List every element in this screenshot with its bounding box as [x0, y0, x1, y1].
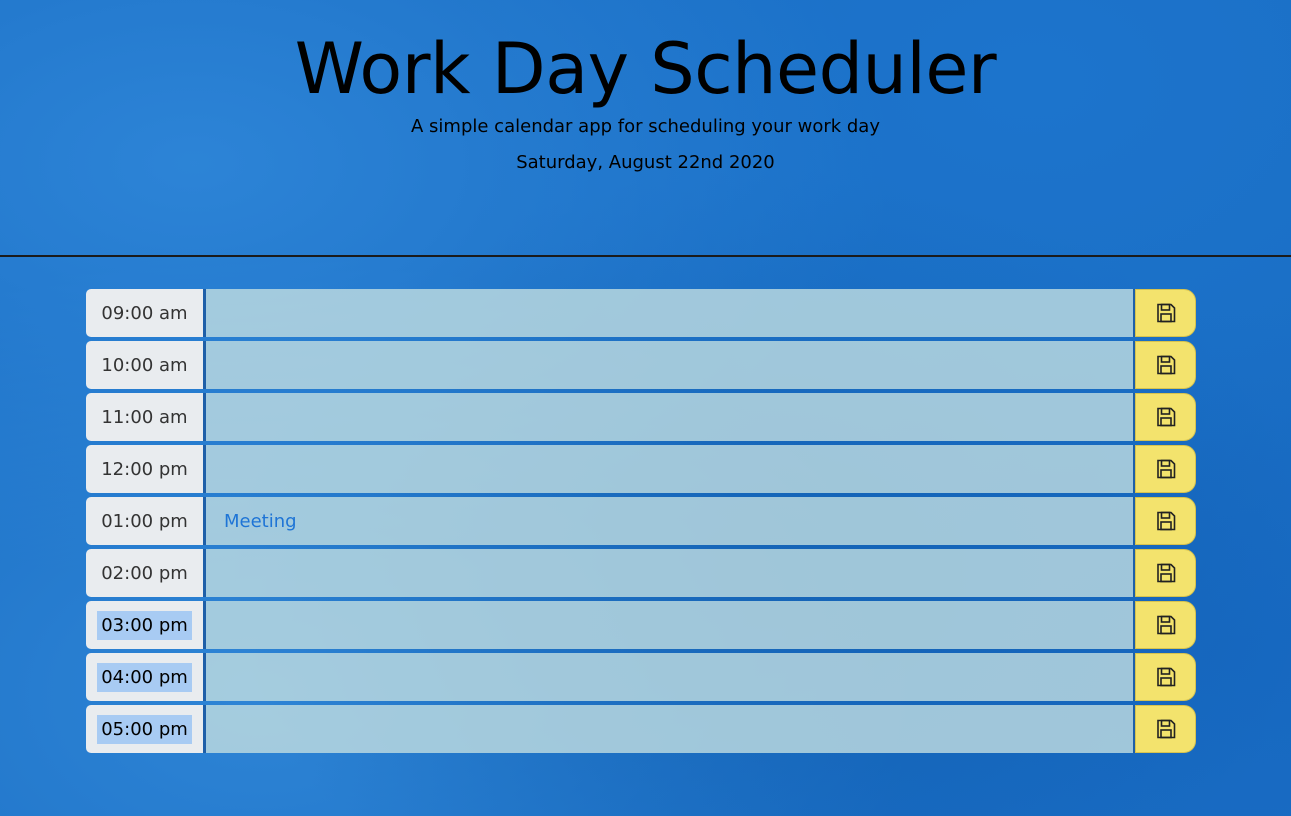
hour-label: 02:00 pm: [86, 549, 206, 597]
hour-label: 10:00 am: [86, 341, 206, 389]
floppy-disk-icon: [1156, 355, 1175, 375]
event-input[interactable]: [206, 549, 1135, 597]
floppy-disk-icon: [1156, 667, 1175, 687]
event-input[interactable]: [206, 289, 1135, 337]
event-input[interactable]: [206, 341, 1135, 389]
hour-label: 05:00 pm: [86, 705, 206, 753]
floppy-disk-icon: [1156, 407, 1175, 427]
save-button[interactable]: [1135, 393, 1196, 441]
time-block-row: 03:00 pm: [86, 601, 1196, 649]
hour-text: 04:00 pm: [97, 662, 192, 692]
time-block-row: 12:00 pm: [86, 445, 1196, 493]
floppy-disk-icon: [1156, 615, 1175, 635]
hour-text: 02:00 pm: [101, 562, 188, 584]
hour-text: 12:00 pm: [101, 458, 188, 480]
floppy-disk-icon: [1156, 303, 1175, 323]
time-block-row: 10:00 am: [86, 341, 1196, 389]
event-input[interactable]: Meeting: [206, 497, 1135, 545]
event-input[interactable]: [206, 705, 1135, 753]
save-button[interactable]: [1135, 289, 1196, 337]
save-button[interactable]: [1135, 341, 1196, 389]
event-input[interactable]: [206, 393, 1135, 441]
hour-label: 12:00 pm: [86, 445, 206, 493]
hour-text: 01:00 pm: [101, 510, 188, 532]
save-button[interactable]: [1135, 653, 1196, 701]
save-button[interactable]: [1135, 601, 1196, 649]
time-block-row: 05:00 pm: [86, 705, 1196, 753]
time-block-row: 02:00 pm: [86, 549, 1196, 597]
hour-text: 09:00 am: [101, 302, 188, 324]
hour-label: 03:00 pm: [86, 601, 206, 649]
hour-label: 11:00 am: [86, 393, 206, 441]
save-button[interactable]: [1135, 445, 1196, 493]
current-day: Saturday, August 22nd 2020: [516, 152, 775, 173]
event-input[interactable]: [206, 601, 1135, 649]
page-subtitle: A simple calendar app for scheduling you…: [411, 116, 880, 137]
floppy-disk-icon: [1156, 511, 1175, 531]
hour-text: 11:00 am: [101, 406, 188, 428]
hour-text: 10:00 am: [101, 354, 188, 376]
save-button[interactable]: [1135, 549, 1196, 597]
event-input[interactable]: [206, 445, 1135, 493]
save-button[interactable]: [1135, 705, 1196, 753]
floppy-disk-icon: [1156, 563, 1175, 583]
page-title: Work Day Scheduler: [294, 28, 997, 110]
floppy-disk-icon: [1156, 459, 1175, 479]
header-jumbotron: Work Day Scheduler A simple calendar app…: [0, 0, 1291, 257]
time-block-row: 04:00 pm: [86, 653, 1196, 701]
hour-label: 01:00 pm: [86, 497, 206, 545]
time-block-list: 09:00 am 10:00 am 11:00 am 12:00 pm 01:0…: [86, 289, 1196, 757]
save-button[interactable]: [1135, 497, 1196, 545]
time-block-row: 09:00 am: [86, 289, 1196, 337]
floppy-disk-icon: [1156, 719, 1175, 739]
hour-label: 09:00 am: [86, 289, 206, 337]
hour-text: 05:00 pm: [97, 714, 192, 744]
hour-label: 04:00 pm: [86, 653, 206, 701]
time-block-row: 11:00 am: [86, 393, 1196, 441]
hour-text: 03:00 pm: [97, 610, 192, 640]
event-input[interactable]: [206, 653, 1135, 701]
time-block-row: 01:00 pm Meeting: [86, 497, 1196, 545]
